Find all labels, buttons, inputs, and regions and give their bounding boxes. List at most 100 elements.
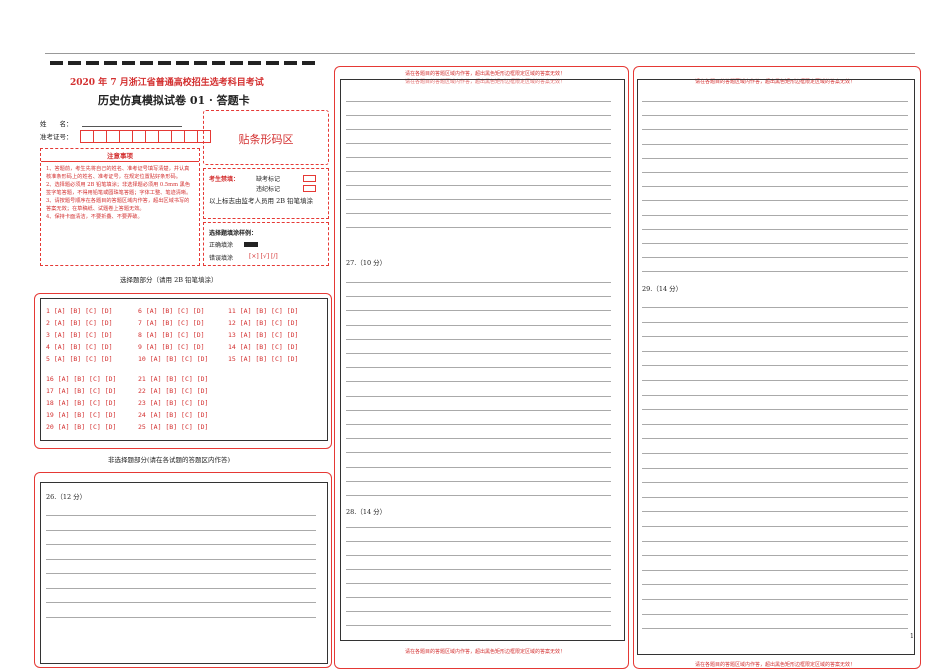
answer-line bbox=[642, 409, 908, 411]
choice-question-row[interactable]: 10 [A] [B] [C] [D] bbox=[138, 355, 208, 363]
answer-line bbox=[642, 380, 908, 381]
answer-line bbox=[46, 602, 316, 603]
answer-line bbox=[642, 101, 908, 102]
middle-answer-area[interactable]: 27.（10 分） 28.（14 分） bbox=[340, 79, 625, 641]
fill-example-box: 选择题填涂样例： 正确填涂 错误填涂 [×] [√] [/] bbox=[203, 222, 329, 266]
answer-line bbox=[642, 143, 908, 145]
choice-question-row[interactable]: 6 [A] [B] [C] [D] bbox=[138, 307, 205, 315]
name-field[interactable] bbox=[82, 126, 182, 127]
choice-question-row[interactable]: 4 [A] [B] [C] [D] bbox=[46, 343, 113, 351]
choice-question-row[interactable]: 17 [A] [B] [C] [D] bbox=[46, 387, 116, 395]
answer-line bbox=[642, 257, 908, 259]
answer-line bbox=[642, 214, 908, 216]
choice-question-row[interactable]: 11 [A] [B] [C] [D] bbox=[228, 307, 298, 315]
answer-line bbox=[346, 424, 611, 425]
absent-mark-box: 考生禁填： 缺考标记 违纪标记 以上标志由监考人员用 2B 铅笔填涂 bbox=[203, 168, 329, 219]
answer-line bbox=[346, 569, 611, 570]
answer-line bbox=[642, 482, 908, 484]
answer-line bbox=[346, 185, 611, 186]
page-number: 1 bbox=[910, 633, 914, 640]
choice-question-row[interactable]: 13 [A] [B] [C] [D] bbox=[228, 331, 298, 339]
answer-line bbox=[642, 271, 908, 273]
choice-question-row[interactable]: 16 [A] [B] [C] [D] bbox=[46, 375, 116, 383]
answer-line bbox=[642, 526, 908, 527]
notice-item: 1、答题前，考生先将自己的姓名、准考证号填写清楚，并认真核准条形码上的姓名、准考… bbox=[46, 166, 190, 180]
answer-line bbox=[46, 529, 316, 531]
answer-line bbox=[346, 367, 611, 369]
answer-line bbox=[642, 157, 908, 159]
answer-line bbox=[642, 336, 908, 338]
answer-line bbox=[642, 186, 908, 188]
correct-fill-label: 正确填涂 bbox=[209, 242, 234, 249]
violation-mark-box[interactable] bbox=[303, 185, 316, 192]
choice-question-row[interactable]: 23 [A] [B] [C] [D] bbox=[138, 399, 208, 407]
answer-line bbox=[346, 129, 611, 130]
choice-question-row[interactable]: 9 [A] [B] [C] [D] bbox=[138, 343, 205, 351]
notice-title: 注意事项 bbox=[41, 149, 199, 162]
q26-label: 26.（12 分） bbox=[46, 493, 87, 501]
right-answer-area[interactable]: 29.（14 分） bbox=[637, 79, 915, 655]
missing-mark-box[interactable] bbox=[303, 175, 316, 182]
answer-line bbox=[346, 213, 611, 214]
choice-question-row[interactable]: 21 [A] [B] [C] [D] bbox=[138, 375, 208, 383]
answer-line bbox=[642, 540, 908, 542]
answer-line bbox=[46, 573, 316, 574]
answer-line bbox=[642, 453, 908, 454]
answer-line bbox=[46, 544, 316, 545]
choice-question-row[interactable]: 2 [A] [B] [C] [D] bbox=[46, 319, 113, 327]
exam-no-label: 准考证号： bbox=[40, 133, 73, 141]
answer-line bbox=[346, 338, 611, 340]
answer-line bbox=[642, 228, 908, 230]
absent-label: 考生禁填： bbox=[209, 176, 240, 183]
answer-line bbox=[642, 628, 908, 630]
wrong-fill-label: 错误填涂 bbox=[209, 255, 234, 262]
notice-item: 4、保持卡面清洁，不要折叠、不要弄破。 bbox=[46, 214, 143, 220]
q29-label: 29.（14 分） bbox=[642, 285, 683, 293]
choice-question-row[interactable]: 1 [A] [B] [C] [D] bbox=[46, 307, 113, 315]
q27-label: 27.（10 分） bbox=[346, 259, 387, 267]
notice-box: 注意事项 1、答题前，考生先将自己的姓名、准考证号填写清楚，并认真核准条形码上的… bbox=[40, 148, 200, 266]
answer-line bbox=[346, 541, 611, 542]
answer-line bbox=[642, 423, 908, 425]
choice-question-row[interactable]: 24 [A] [B] [C] [D] bbox=[138, 411, 208, 419]
answer-line bbox=[46, 558, 316, 560]
example-title: 选择题填涂样例： bbox=[209, 230, 258, 237]
answer-line bbox=[346, 527, 611, 528]
choice-question-row[interactable]: 19 [A] [B] [C] [D] bbox=[46, 411, 116, 419]
choice-question-row[interactable]: 18 [A] [B] [C] [D] bbox=[46, 399, 116, 407]
exam-title: 2020 年 7 月浙江省普通高校招生选考科目考试 bbox=[70, 78, 264, 88]
notice-item: 3、请按题号顺序在各题目的答题区域内作答，超出区域书写的答案无效；在草稿纸、试题… bbox=[46, 198, 190, 212]
answer-line bbox=[346, 395, 611, 397]
choice-question-row[interactable]: 7 [A] [B] [C] [D] bbox=[138, 319, 205, 327]
choice-question-row[interactable]: 3 [A] [B] [C] [D] bbox=[46, 331, 113, 339]
card-title: 历史仿真模拟试卷 01 · 答题卡 bbox=[98, 94, 250, 107]
answer-line bbox=[346, 555, 611, 556]
answer-line bbox=[346, 583, 611, 584]
answer-line bbox=[642, 599, 908, 600]
wrong-fill-samples: [×] [√] [/] bbox=[249, 253, 278, 260]
choice-question-row[interactable]: 25 [A] [B] [C] [D] bbox=[138, 423, 208, 431]
answer-line bbox=[642, 172, 908, 173]
answer-line bbox=[642, 307, 908, 308]
answer-line bbox=[346, 625, 611, 626]
choice-question-row[interactable]: 12 [A] [B] [C] [D] bbox=[228, 319, 298, 327]
answer-line bbox=[642, 496, 908, 498]
choice-question-row[interactable]: 22 [A] [B] [C] [D] bbox=[138, 387, 208, 395]
area-warning-top: 请在各题目的答题区域内作答，超出黑色矩形边框限定区域的答案无效！ bbox=[404, 71, 565, 77]
answer-line bbox=[642, 569, 908, 571]
answer-line bbox=[642, 321, 908, 323]
answer-line bbox=[346, 480, 611, 482]
missing-mark-label: 缺考标记 bbox=[256, 176, 281, 183]
answer-line bbox=[642, 467, 908, 469]
exam-no-boxes[interactable] bbox=[80, 130, 211, 143]
answer-line bbox=[346, 495, 611, 496]
choice-question-row[interactable]: 8 [A] [B] [C] [D] bbox=[138, 331, 205, 339]
choice-question-row[interactable]: 15 [A] [B] [C] [D] bbox=[228, 355, 298, 363]
choice-question-row[interactable]: 5 [A] [B] [C] [D] bbox=[46, 355, 113, 363]
answer-line bbox=[346, 282, 611, 283]
choice-question-row[interactable]: 20 [A] [B] [C] [D] bbox=[46, 423, 116, 431]
answer-line bbox=[346, 101, 611, 102]
answer-line bbox=[346, 409, 611, 411]
choice-question-row[interactable]: 14 [A] [B] [C] [D] bbox=[228, 343, 298, 351]
answer-line bbox=[346, 227, 611, 228]
